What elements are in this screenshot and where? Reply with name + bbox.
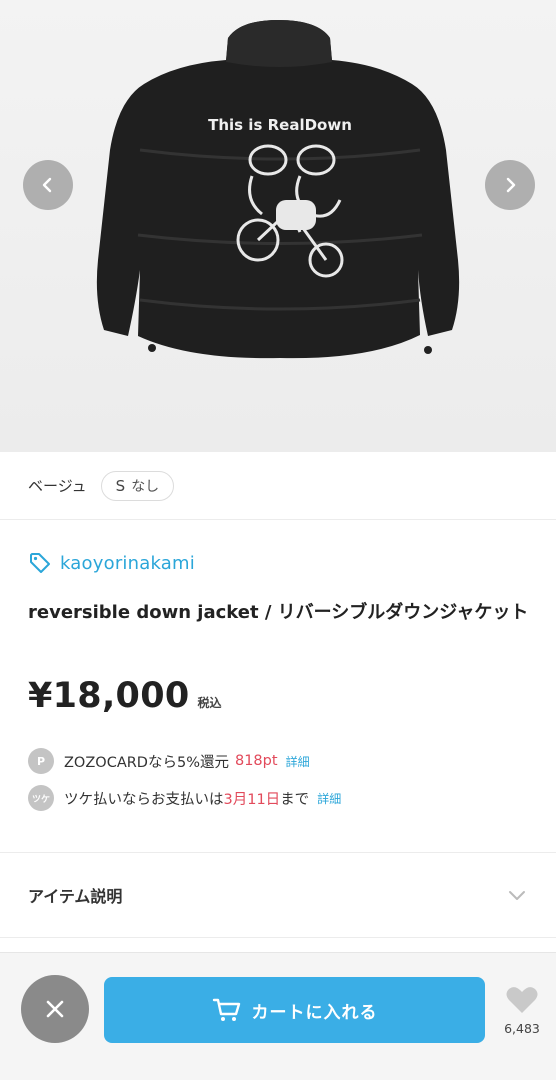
brand-name: kaoyorinakami xyxy=(60,552,195,574)
brand-link[interactable]: kaoyorinakami xyxy=(28,551,195,575)
product-title: reversible down jacket / リバーシブルダウンジャケット xyxy=(28,602,529,623)
color-label: ベージュ xyxy=(28,477,87,495)
tsuke-date: 3月11日 xyxy=(223,791,281,808)
product-image-gallery[interactable]: This is RealDown xyxy=(0,0,556,452)
close-icon xyxy=(46,1000,64,1018)
tsuke-text-after: まで xyxy=(280,791,310,808)
add-to-cart-label: カートに入れる xyxy=(251,1002,378,1023)
next-image-button[interactable] xyxy=(485,160,535,210)
jacket-print-text: This is RealDown xyxy=(208,116,352,134)
tsuke-text-before: ツケ払いならお支払いは xyxy=(64,791,224,808)
chevron-left-icon xyxy=(42,177,52,193)
zozocard-text: ZOZOCARDなら5%還元 xyxy=(64,754,229,771)
heart-icon xyxy=(506,987,538,1013)
variant-selector: ベージュ S なし xyxy=(0,452,556,520)
bottom-action-bar: カートに入れる 6,483 xyxy=(0,952,556,1080)
favorite-count: 6,483 xyxy=(504,1021,540,1036)
add-to-cart-button[interactable]: カートに入れる xyxy=(104,977,485,1043)
tsuke-payment-info: ツケ ツケ払いならお支払いは 3月11日 まで 詳細 xyxy=(28,785,341,811)
cart-icon xyxy=(212,998,240,1021)
size-value: S xyxy=(115,476,126,495)
favorite-button[interactable]: 6,483 xyxy=(498,985,546,1036)
points-badge-icon: P xyxy=(28,748,54,774)
tag-icon xyxy=(30,553,50,573)
product-photo: This is RealDown xyxy=(96,20,460,359)
zozocard-points: 818pt xyxy=(234,753,278,769)
item-description-label: アイテム説明 xyxy=(28,887,123,906)
size-chip[interactable]: S なし xyxy=(100,470,175,501)
price-value: ¥18,000 xyxy=(28,676,190,716)
zozocard-detail-link[interactable]: 詳細 xyxy=(286,753,310,770)
tax-label: 税込 xyxy=(197,696,222,710)
tsuke-detail-link[interactable]: 詳細 xyxy=(317,790,341,807)
price-block: ¥18,000 税込 xyxy=(28,676,222,716)
tsuke-badge-icon: ツケ xyxy=(28,785,54,811)
zozocard-info: P ZOZOCARDなら5%還元 818pt 詳細 xyxy=(28,748,310,774)
close-button[interactable] xyxy=(21,975,89,1043)
stock-status: なし xyxy=(131,478,160,495)
item-description-toggle[interactable]: アイテム説明 xyxy=(0,852,556,938)
previous-image-button[interactable] xyxy=(23,160,73,210)
chevron-right-icon xyxy=(506,177,516,193)
chevron-down-icon xyxy=(509,891,525,900)
